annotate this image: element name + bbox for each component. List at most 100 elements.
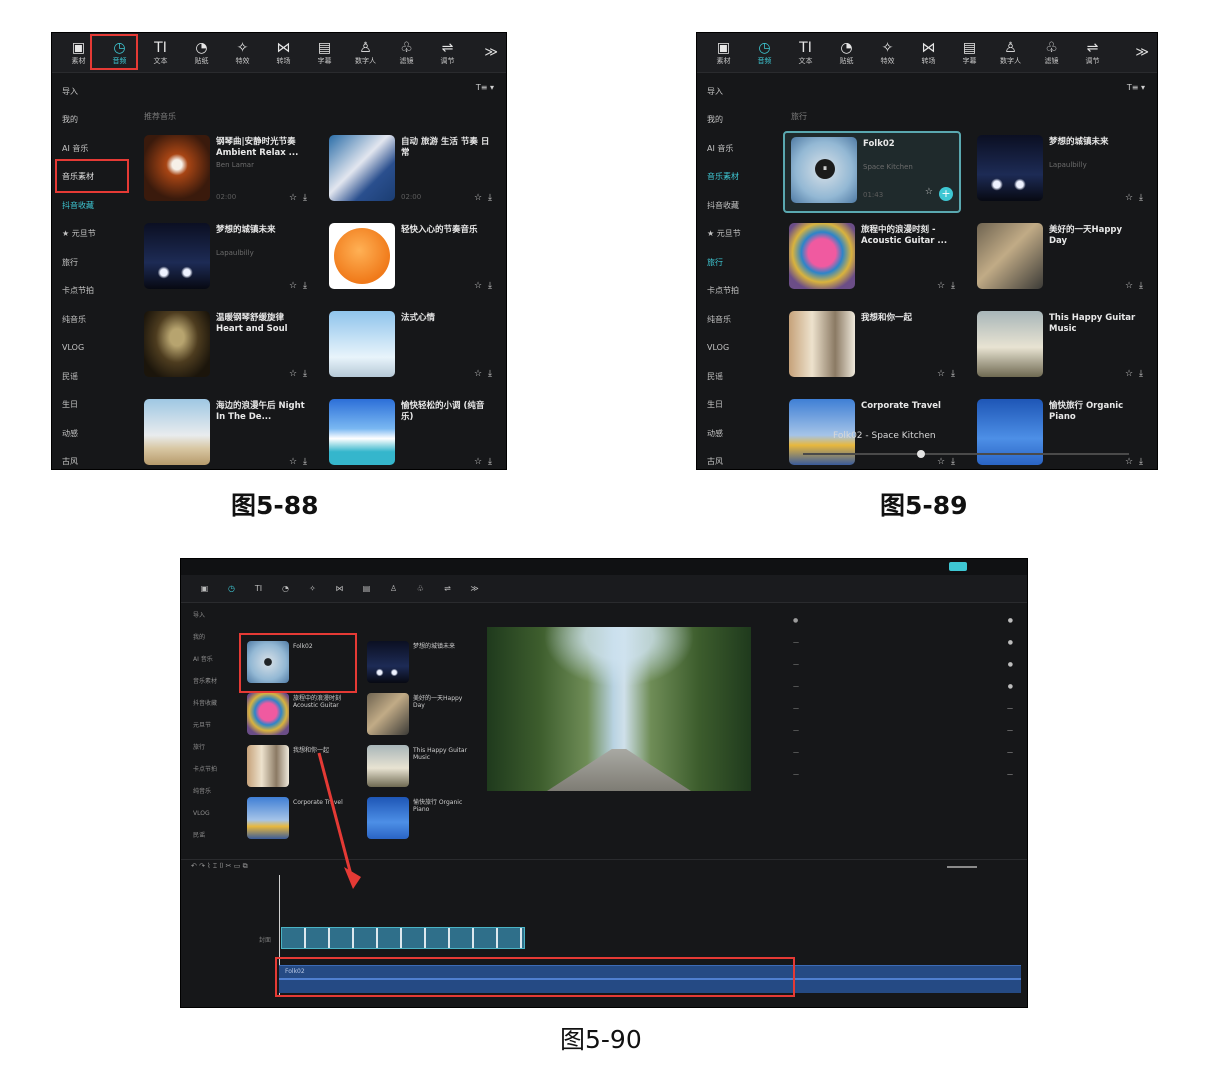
- transition-icon: ⋈: [276, 39, 291, 56]
- sidebar-item[interactable]: 抖音收藏: [697, 191, 775, 220]
- favorite-icon[interactable]: ☆: [937, 281, 945, 291]
- progress-bar[interactable]: [803, 453, 1129, 455]
- sidebar-item[interactable]: AI 音乐: [697, 134, 775, 163]
- song-card[interactable]: 海边的浪漫午后 Night In The De... ☆ ⤓: [138, 395, 313, 469]
- song-card[interactable]: 法式心情 ☆ ⤓: [323, 307, 498, 389]
- sidebar-item[interactable]: 古风: [52, 448, 130, 470]
- download-icon[interactable]: ⤓: [488, 281, 492, 291]
- song-actions: ☆ ⤓: [474, 369, 492, 379]
- tool-sticker[interactable]: ◔ 贴纸: [181, 35, 222, 71]
- effects-icon: ✧: [881, 39, 894, 56]
- sidebar-item[interactable]: 民谣: [52, 362, 130, 391]
- favorite-icon[interactable]: ☆: [289, 457, 297, 467]
- song-card[interactable]: 美好的一天Happy Day ☆ ⤓: [971, 219, 1149, 301]
- download-icon[interactable]: ⤓: [488, 457, 492, 467]
- download-icon[interactable]: ⤓: [488, 193, 492, 203]
- tool-digital-human[interactable]: ♙ 数字人: [345, 35, 386, 71]
- song-card[interactable]: 旅程中的浪漫时刻 - Acoustic Guitar ... ☆ ⤓: [783, 219, 961, 301]
- sidebar-item[interactable]: 旅行: [697, 248, 775, 277]
- song-card[interactable]: 愉快轻松的小调 (纯音乐) ☆ ⤓: [323, 395, 498, 469]
- sidebar-item[interactable]: 旅行: [52, 248, 130, 277]
- favorite-icon[interactable]: ☆: [289, 369, 297, 379]
- download-icon[interactable]: ⤓: [303, 193, 307, 203]
- tool-text[interactable]: TI 文本: [140, 35, 181, 71]
- tool-label: 字幕: [317, 56, 332, 65]
- song-card[interactable]: 自动 旅游 生活 节奏 日常 02:00 ☆ ⤓: [323, 131, 498, 213]
- more-icon[interactable]: ≫: [1135, 45, 1149, 60]
- favorite-icon[interactable]: ☆: [289, 193, 297, 203]
- tool-media[interactable]: ▣ 素材: [703, 35, 744, 71]
- favorite-icon[interactable]: ☆: [474, 281, 482, 291]
- sidebar-item[interactable]: 我的: [697, 106, 775, 135]
- download-icon[interactable]: ⤓: [1139, 193, 1143, 203]
- sidebar-item[interactable]: 抖音收藏: [52, 191, 130, 220]
- sidebar-item[interactable]: 民谣: [697, 362, 775, 391]
- song-title: 温暖钢琴舒缓旋律 Heart and Soul: [216, 313, 288, 334]
- filter-button[interactable]: T≡ ▾: [476, 83, 494, 92]
- tool-captions[interactable]: ▤ 字幕: [304, 35, 345, 71]
- tool-transition[interactable]: ⋈ 转场: [908, 35, 949, 71]
- sidebar-item[interactable]: 音乐素材: [697, 163, 775, 192]
- tool-sticker[interactable]: ◔ 贴纸: [826, 35, 867, 71]
- song-card[interactable]: This Happy Guitar Music ☆ ⤓: [971, 307, 1149, 389]
- tool-effects[interactable]: ✧ 特效: [867, 35, 908, 71]
- favorite-icon[interactable]: ☆: [474, 369, 482, 379]
- download-icon[interactable]: ⤓: [1139, 369, 1143, 379]
- tool-text[interactable]: TI 文本: [785, 35, 826, 71]
- more-icon[interactable]: ≫: [484, 45, 498, 60]
- sidebar-item[interactable]: 生日: [697, 391, 775, 420]
- filter-button[interactable]: T≡ ▾: [1127, 83, 1145, 92]
- sidebar-item[interactable]: 导入: [52, 77, 130, 106]
- download-icon[interactable]: ⤓: [951, 281, 955, 291]
- tool-digital-human[interactable]: ♙ 数字人: [990, 35, 1031, 71]
- sidebar-item[interactable]: 古风: [697, 448, 775, 470]
- tool-effects[interactable]: ✧ 特效: [222, 35, 263, 71]
- song-card[interactable]: 钢琴曲|安静时光节奏 Ambient Relax ... Ben Lamar 02:…: [138, 131, 313, 213]
- sidebar-item[interactable]: ★ 元旦节: [697, 220, 775, 249]
- download-icon[interactable]: ⤓: [488, 369, 492, 379]
- favorite-icon[interactable]: ☆: [1125, 369, 1133, 379]
- tool-filter[interactable]: ♧ 滤镜: [386, 35, 427, 71]
- favorite-icon[interactable]: ☆: [937, 369, 945, 379]
- song-card[interactable]: 我想和你一起 ☆ ⤓: [783, 307, 961, 389]
- sidebar-item[interactable]: 纯音乐: [52, 305, 130, 334]
- tool-captions[interactable]: ▤ 字幕: [949, 35, 990, 71]
- sidebar-item[interactable]: VLOG: [52, 334, 130, 363]
- progress-knob[interactable]: [917, 450, 925, 458]
- favorite-icon[interactable]: ☆: [925, 187, 933, 201]
- add-to-track-icon[interactable]: +: [939, 187, 953, 201]
- sidebar-item[interactable]: ★ 元旦节: [52, 220, 130, 249]
- transition-icon: ⋈: [921, 39, 936, 56]
- tool-audio[interactable]: ◷ 音频: [744, 35, 785, 71]
- favorite-icon[interactable]: ☆: [1125, 193, 1133, 203]
- song-card[interactable]: ⏸ Folk02 Space Kitchen 01:43 ☆ +: [783, 131, 961, 213]
- tool-filter[interactable]: ♧ 滤镜: [1031, 35, 1072, 71]
- song-cover: ⏸: [791, 137, 857, 203]
- favorite-icon[interactable]: ☆: [289, 281, 297, 291]
- favorite-icon[interactable]: ☆: [474, 193, 482, 203]
- pause-icon[interactable]: ⏸: [815, 159, 835, 179]
- tool-transition[interactable]: ⋈ 转场: [263, 35, 304, 71]
- sidebar-item[interactable]: 我的: [52, 106, 130, 135]
- favorite-icon[interactable]: ☆: [1125, 281, 1133, 291]
- song-card[interactable]: 梦想的城镇未来 Lapaulbilly ☆ ⤓: [138, 219, 313, 301]
- download-icon[interactable]: ⤓: [951, 369, 955, 379]
- song-card[interactable]: 梦想的城镇未来 Lapaulbilly ☆ ⤓: [971, 131, 1149, 213]
- song-card[interactable]: 轻快入心的节奏音乐 ☆ ⤓: [323, 219, 498, 301]
- sidebar-item[interactable]: 动感: [52, 419, 130, 448]
- sidebar-item[interactable]: VLOG: [697, 334, 775, 363]
- download-icon[interactable]: ⤓: [303, 281, 307, 291]
- sidebar-item[interactable]: 导入: [697, 77, 775, 106]
- tool-adjust[interactable]: ⇌ 调节: [1072, 35, 1113, 71]
- sidebar-item[interactable]: 卡点节拍: [697, 277, 775, 306]
- sidebar-item[interactable]: 纯音乐: [697, 305, 775, 334]
- sidebar-item[interactable]: 卡点节拍: [52, 277, 130, 306]
- favorite-icon[interactable]: ☆: [474, 457, 482, 467]
- song-card[interactable]: 温暖钢琴舒缓旋律 Heart and Soul ☆ ⤓: [138, 307, 313, 389]
- sidebar-item[interactable]: 动感: [697, 419, 775, 448]
- sidebar-item[interactable]: 生日: [52, 391, 130, 420]
- download-icon[interactable]: ⤓: [1139, 281, 1143, 291]
- download-icon[interactable]: ⤓: [303, 369, 307, 379]
- tool-adjust[interactable]: ⇌ 调节: [427, 35, 468, 71]
- download-icon[interactable]: ⤓: [303, 457, 307, 467]
